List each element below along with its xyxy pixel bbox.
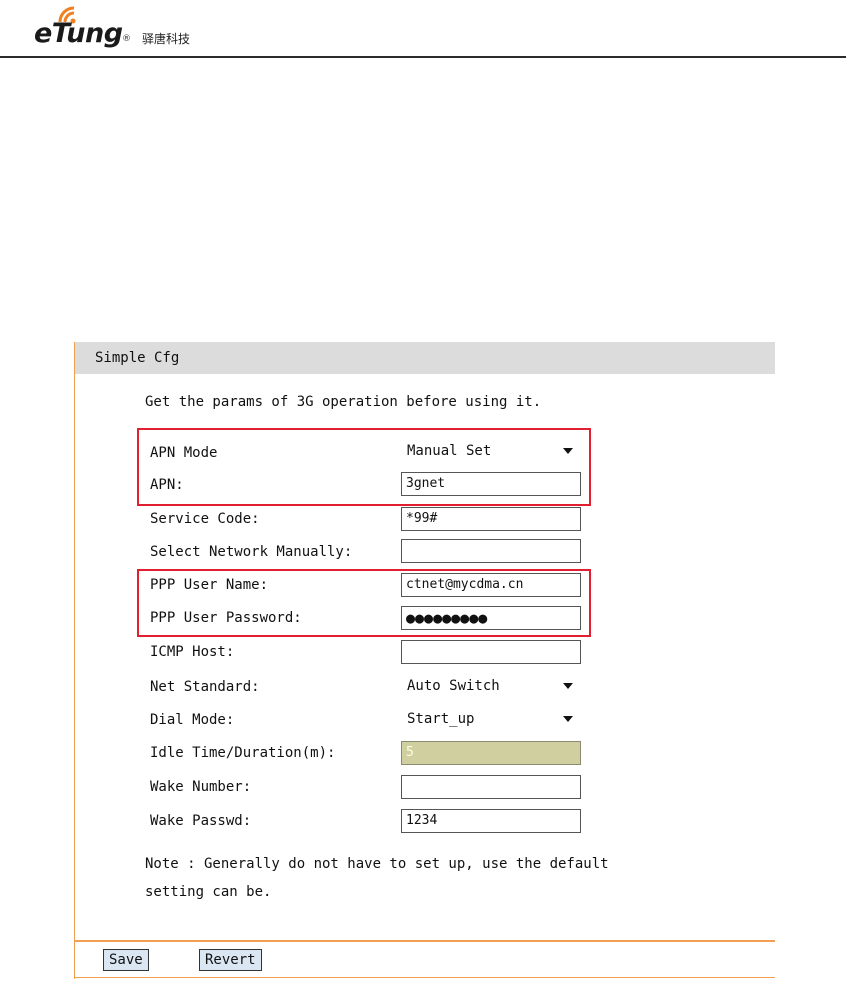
icmp-host-label: ICMP Host:: [150, 644, 235, 660]
dial-mode-select[interactable]: Start_up: [401, 707, 581, 731]
chevron-down-icon: [563, 448, 573, 454]
save-button[interactable]: Save: [103, 949, 149, 971]
brand-name: eTung: [34, 18, 123, 49]
net-standard-select[interactable]: Auto Switch: [401, 674, 581, 698]
ppp-user-label: PPP User Name:: [150, 577, 269, 593]
simple-cfg-panel: Simple Cfg Get the params of 3G operatio…: [74, 342, 775, 979]
wake-passwd-input[interactable]: 1234: [401, 809, 581, 833]
select-network-label: Select Network Manually:: [150, 544, 353, 560]
registered-mark: ®: [122, 34, 131, 44]
brand-name-cn: 驿唐科技: [142, 32, 191, 46]
apn-mode-label: APN Mode: [150, 445, 218, 461]
service-code-label: Service Code:: [150, 511, 260, 527]
note-text: Note : Generally do not have to set up, …: [145, 856, 609, 900]
wake-passwd-label: Wake Passwd:: [150, 813, 252, 829]
idle-time-label: Idle Time/Duration(m):: [150, 745, 336, 761]
apn-label: APN:: [150, 477, 184, 493]
service-code-input[interactable]: *99#: [401, 507, 581, 531]
select-network-input[interactable]: [401, 539, 581, 563]
dial-mode-value: Start_up: [407, 711, 475, 727]
wake-number-label: Wake Number:: [150, 779, 252, 795]
dial-mode-label: Dial Mode:: [150, 712, 235, 728]
brand-logo: eTung ® 驿唐科技: [32, 6, 292, 49]
header-divider: [0, 56, 846, 58]
chevron-down-icon: [563, 683, 573, 689]
ppp-password-input[interactable]: ●●●●●●●●●: [401, 606, 581, 630]
ppp-user-input[interactable]: ctnet@mycdma.cn: [401, 573, 581, 597]
apn-mode-select[interactable]: Manual Set: [401, 439, 581, 463]
panel-title: Simple Cfg: [75, 342, 775, 374]
apn-input[interactable]: 3gnet: [401, 472, 581, 496]
apn-mode-value: Manual Set: [407, 443, 492, 459]
button-bar: Save Revert: [75, 940, 775, 978]
idle-time-input: 5: [401, 741, 581, 765]
intro-text: Get the params of 3G operation before us…: [145, 394, 542, 410]
icmp-host-input[interactable]: [401, 640, 581, 664]
ppp-password-label: PPP User Password:: [150, 610, 302, 626]
net-standard-label: Net Standard:: [150, 679, 260, 695]
wake-number-input[interactable]: [401, 775, 581, 799]
net-standard-value: Auto Switch: [407, 678, 500, 694]
revert-button[interactable]: Revert: [199, 949, 262, 971]
chevron-down-icon: [563, 716, 573, 722]
